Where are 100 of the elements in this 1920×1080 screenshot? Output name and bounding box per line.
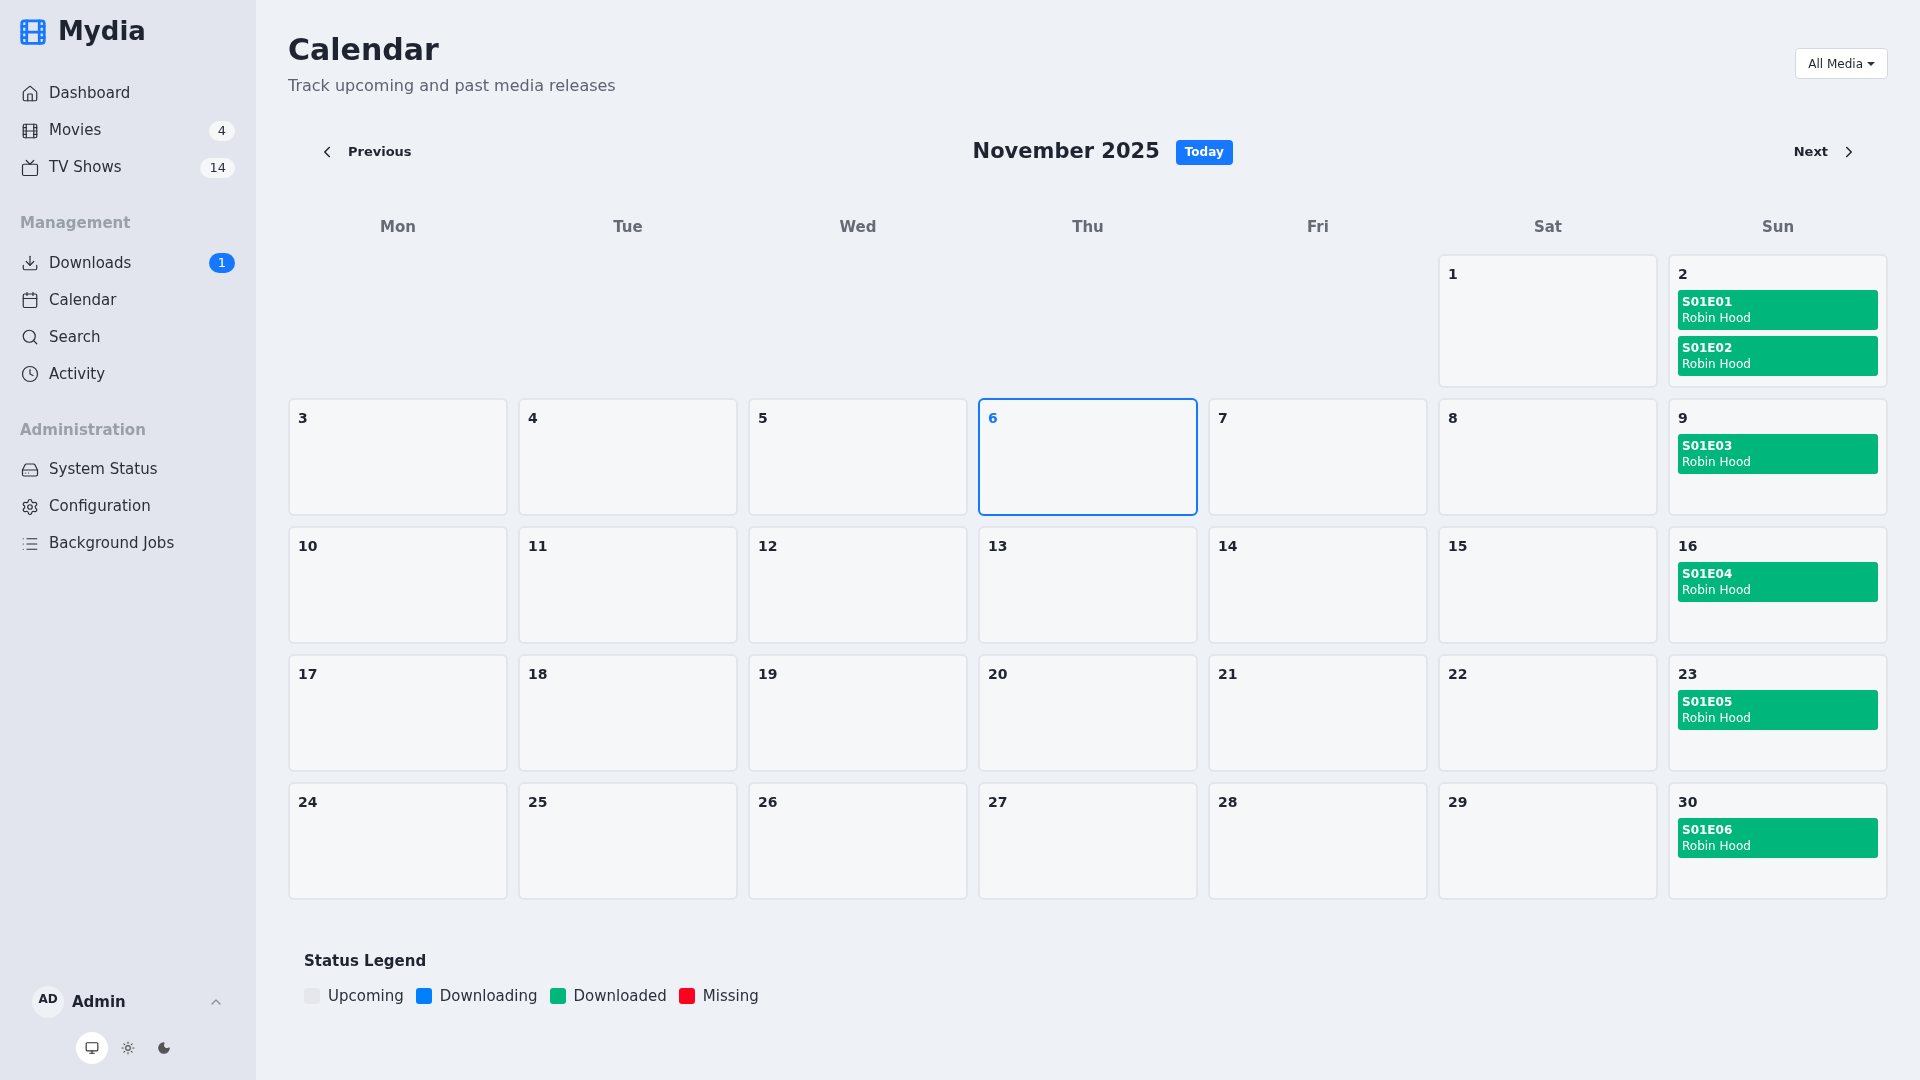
day-cell[interactable]: 23 S01E05 Robin Hood xyxy=(1668,654,1888,772)
day-number: 3 xyxy=(298,409,309,428)
day-cell[interactable]: 11 xyxy=(518,526,738,644)
day-number: 29 xyxy=(1448,793,1469,812)
weekday-header: Thu xyxy=(1071,217,1105,238)
section-heading: Management xyxy=(19,213,132,234)
day-cell[interactable]: 1 xyxy=(1438,254,1658,388)
day-cell[interactable]: 5 xyxy=(748,398,968,516)
show-title: Robin Hood xyxy=(1682,582,1752,598)
day-cell[interactable]: 8 xyxy=(1438,398,1658,516)
day-cell[interactable]: 27 xyxy=(978,782,1198,900)
day-number: 6 xyxy=(988,409,999,428)
day-cell[interactable]: 26 xyxy=(748,782,968,900)
day-cell[interactable]: 15 xyxy=(1438,526,1658,644)
sidebar-item[interactable]: TV Shows 14 xyxy=(18,149,238,186)
sidebar-item[interactable]: Movies 4 xyxy=(18,112,238,149)
episode-code: S01E06 xyxy=(1682,822,1734,838)
day-cell[interactable]: 17 xyxy=(288,654,508,772)
day-cell[interactable]: 30 S01E06 Robin Hood xyxy=(1668,782,1888,900)
day-cell[interactable]: 4 xyxy=(518,398,738,516)
day-number: 30 xyxy=(1678,793,1699,812)
day-number: 2 xyxy=(1678,265,1689,284)
day-cell[interactable]: 13 xyxy=(978,526,1198,644)
show-title: Robin Hood xyxy=(1682,838,1752,854)
episode-code: S01E03 xyxy=(1682,438,1734,454)
legend-label: Downloading xyxy=(439,985,538,1007)
count-badge: 1 xyxy=(208,253,235,273)
film-icon xyxy=(21,121,39,140)
sidebar-item[interactable]: Downloads 1 xyxy=(18,244,238,282)
legend-label: Upcoming xyxy=(328,985,404,1007)
page-title: Calendar xyxy=(288,31,440,69)
today-button[interactable]: Today xyxy=(1175,139,1233,165)
count-badge: 4 xyxy=(208,120,235,141)
weekday-header: Fri xyxy=(1306,217,1330,238)
episode-code: S01E04 xyxy=(1682,566,1734,582)
search-icon xyxy=(21,328,39,346)
sidebar-item[interactable]: Dashboard xyxy=(18,75,238,112)
sidebar-item[interactable]: Calendar xyxy=(18,281,238,319)
show-title: Robin Hood xyxy=(1682,356,1752,372)
next-button[interactable]: Next xyxy=(1793,142,1858,162)
sidebar-item[interactable]: Background Jobs xyxy=(18,525,238,562)
day-cell[interactable]: 3 xyxy=(288,398,508,516)
day-number: 18 xyxy=(528,665,549,684)
day-number: 21 xyxy=(1218,665,1239,684)
home-icon xyxy=(21,84,39,103)
day-number: 15 xyxy=(1448,537,1469,556)
day-cell[interactable]: 16 S01E04 Robin Hood xyxy=(1668,526,1888,644)
monitor-icon xyxy=(21,158,39,177)
day-cell[interactable]: 18 xyxy=(518,654,738,772)
calendar-icon xyxy=(21,291,39,309)
legend-label: Missing xyxy=(702,985,759,1007)
legend-title: Status Legend xyxy=(304,951,428,972)
previous-button[interactable]: Previous xyxy=(318,142,412,162)
day-cell[interactable]: 10 xyxy=(288,526,508,644)
day-number: 22 xyxy=(1448,665,1469,684)
page-subtitle: Track upcoming and past media releases xyxy=(288,75,616,97)
day-cell[interactable]: 14 xyxy=(1208,526,1428,644)
sidebar-item[interactable]: System Status xyxy=(18,451,238,488)
day-cell[interactable]: 12 xyxy=(748,526,968,644)
monitor-icon xyxy=(85,1041,99,1055)
day-number: 26 xyxy=(758,793,779,812)
weekday-header: Wed xyxy=(838,217,878,238)
sidebar-item[interactable]: Configuration xyxy=(18,488,238,525)
hard-drive-icon xyxy=(21,460,39,479)
day-cell[interactable]: 19 xyxy=(748,654,968,772)
theme-button[interactable] xyxy=(76,1032,108,1064)
day-cell[interactable]: 28 xyxy=(1208,782,1428,900)
sidebar-item[interactable]: Activity xyxy=(18,355,238,393)
day-cell[interactable]: 24 xyxy=(288,782,508,900)
day-number: 17 xyxy=(298,665,319,684)
moon-icon xyxy=(157,1041,171,1055)
sidebar-item[interactable]: Search xyxy=(18,318,238,356)
day-cell[interactable]: 20 xyxy=(978,654,1198,772)
weekday-header: Tue xyxy=(612,217,644,238)
month-title: November 2025 xyxy=(972,138,1160,166)
legend-label: Downloaded xyxy=(573,985,667,1007)
day-number: 8 xyxy=(1448,409,1459,428)
settings-icon xyxy=(21,497,39,516)
day-number: 13 xyxy=(988,537,1009,556)
weekday-header: Mon xyxy=(379,217,417,238)
download-icon xyxy=(21,254,39,272)
day-number: 12 xyxy=(758,537,779,556)
day-number: 20 xyxy=(988,665,1009,684)
day-number: 14 xyxy=(1218,537,1239,556)
day-cell[interactable]: 21 xyxy=(1208,654,1428,772)
logo-icon xyxy=(18,16,48,47)
day-cell[interactable]: 25 xyxy=(518,782,738,900)
day-cell[interactable]: 22 xyxy=(1438,654,1658,772)
day-cell[interactable]: 7 xyxy=(1208,398,1428,516)
day-cell[interactable]: 29 xyxy=(1438,782,1658,900)
day-number: 25 xyxy=(528,793,549,812)
day-cell[interactable]: 6 xyxy=(978,398,1198,516)
weekday-header: Sat xyxy=(1532,217,1564,238)
episode-code: S01E02 xyxy=(1682,340,1734,356)
day-cell[interactable]: 9 S01E03 Robin Hood xyxy=(1668,398,1888,516)
user-name: Admin xyxy=(72,991,127,1013)
day-number: 7 xyxy=(1218,409,1229,428)
app-name: Mydia xyxy=(58,15,146,48)
media-filter-dropdown[interactable]: All Media xyxy=(1795,48,1888,79)
day-number: 9 xyxy=(1678,409,1689,428)
